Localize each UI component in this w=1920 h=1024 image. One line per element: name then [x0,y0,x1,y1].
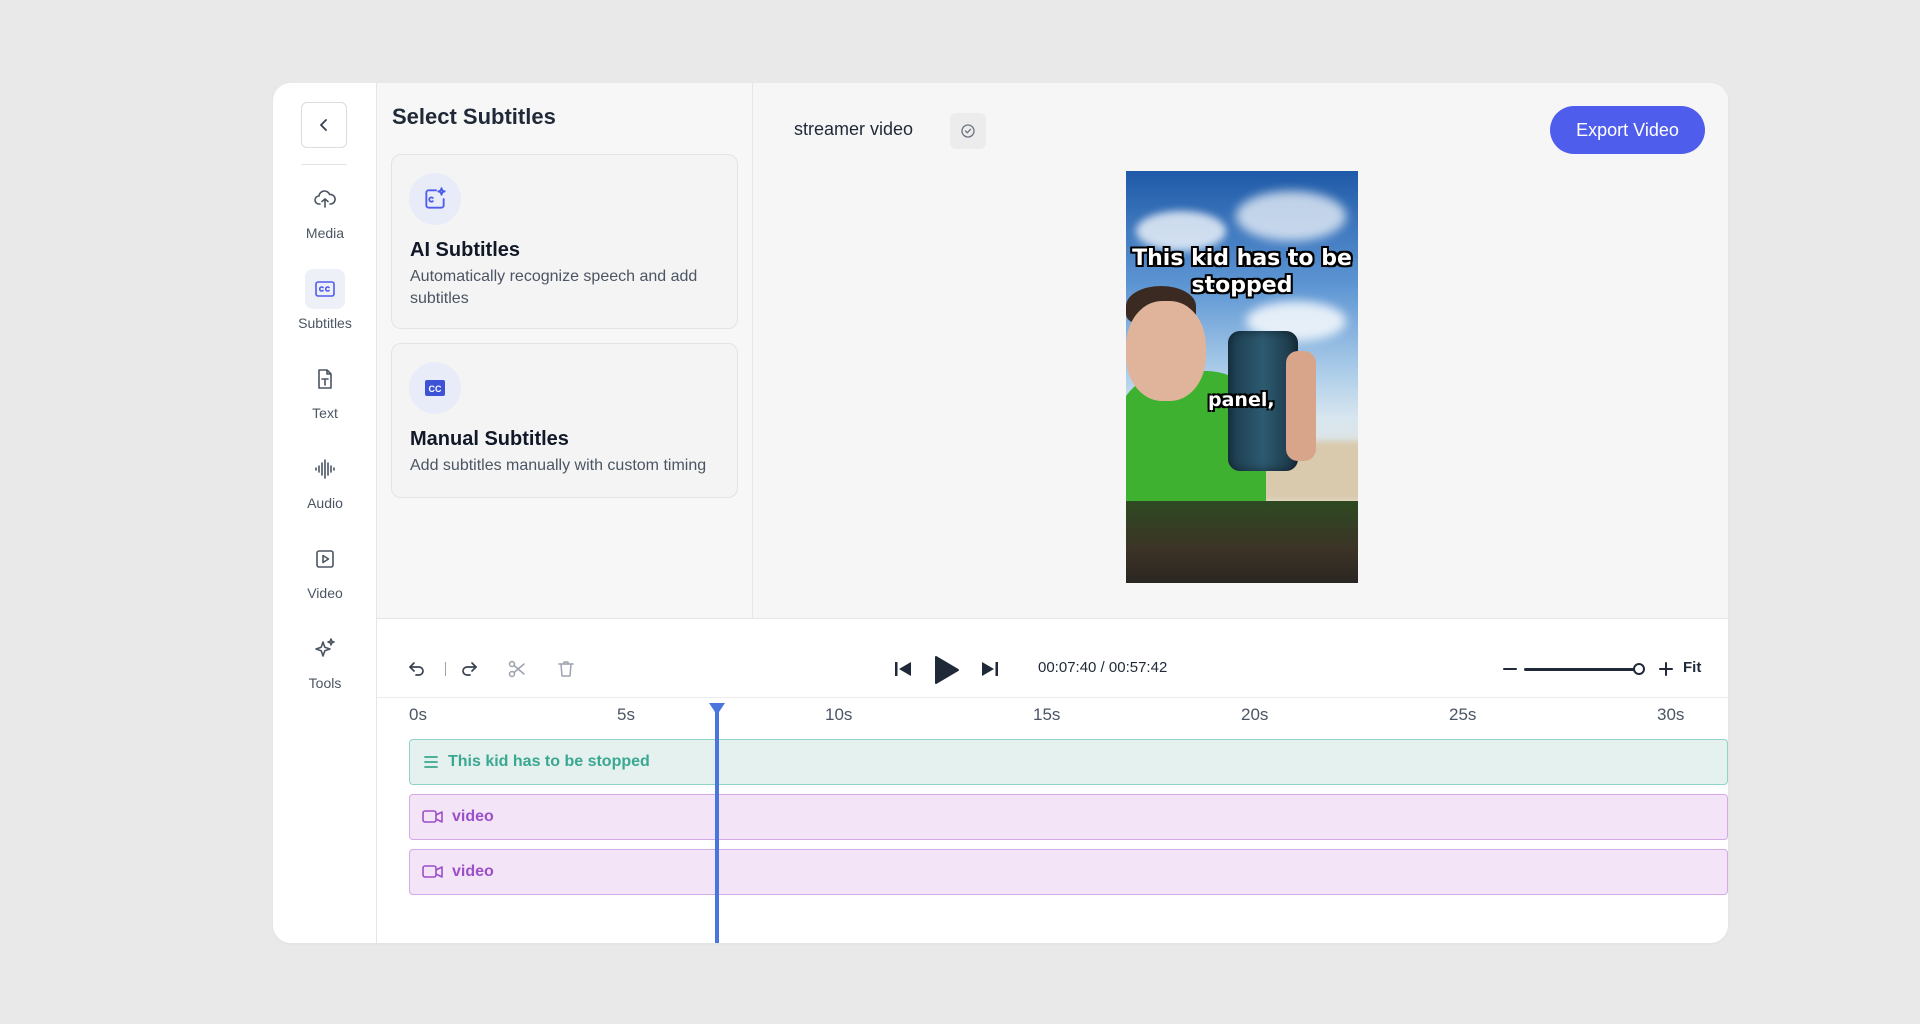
rail-label-text: Text [312,405,338,421]
rail-divider [301,164,347,165]
project-name[interactable]: streamer video [794,119,913,140]
check-circle-icon [961,124,975,138]
left-rail: Media Subtitles Text Audio Video Tools [273,83,377,943]
video-track-label: video [452,808,494,825]
video-bottom-band [1126,501,1358,583]
play-button[interactable] [929,653,963,687]
ruler-tick: 20s [1241,705,1269,724]
playhead-handle[interactable] [708,703,725,715]
ruler-divider [377,697,1728,698]
ruler-tick: 25s [1449,705,1477,724]
subtitle-panel: Select Subtitles AI Subtitles Automatica… [377,83,753,618]
saved-status-button[interactable] [950,113,986,149]
toolbar-separator [445,662,446,676]
rail-item-audio[interactable]: Audio [273,449,377,529]
undo-icon [409,662,424,676]
rail-item-video[interactable]: Video [273,539,377,619]
split-button[interactable] [503,655,531,683]
rail-item-media[interactable]: Media [273,179,377,259]
redo-button[interactable] [455,655,483,683]
rail-label-video: Video [307,585,343,601]
rail-label-audio: Audio [307,495,343,511]
trash-icon [558,661,574,677]
timeline: 00:07:40 / 00:57:42 Fit 0s 5s 10s 15s 20s 25s… [377,618,1728,943]
cloud [1236,191,1346,241]
video-track[interactable]: video [409,849,1728,895]
plus-icon [1659,662,1673,676]
lines-icon [422,753,440,771]
ruler-tick: 15s [1033,705,1061,724]
ai-subtitles-title: AI Subtitles [410,239,521,261]
manual-subtitles-title: Manual Subtitles [410,428,569,450]
play-icon [935,656,959,684]
zoom-slider-handle[interactable] [1633,663,1645,675]
skip-forward-icon [982,662,998,676]
manual-subtitles-description: Add subtitles manually with custom timin… [410,457,707,474]
ruler-tick: 5s [617,705,635,724]
zoom-in-button[interactable] [1652,655,1680,683]
playhead[interactable] [714,705,719,943]
back-button[interactable] [301,102,347,148]
video-track[interactable]: video [409,794,1728,840]
zoom-out-button[interactable] [1496,655,1524,683]
ai-subtitles-card[interactable]: AI Subtitles Automatically recognize spe… [391,154,738,329]
ruler-tick: 30s [1657,705,1685,724]
video-camera-icon [422,808,444,826]
closed-captions-icon [305,269,345,309]
subtitle-track-label: This kid has to be stopped [448,753,650,770]
video-play-icon [305,539,345,579]
rail-label-subtitles: Subtitles [298,315,352,331]
ai-caption-icon [409,173,461,225]
ruler-tick: 0s [409,705,427,724]
caption-overlay-top[interactable]: This kid has to be stopped [1126,245,1358,299]
rail-item-text[interactable]: Text [273,359,377,439]
undo-button[interactable] [403,655,431,683]
skip-back-icon [895,662,911,676]
rail-label-media: Media [305,225,345,241]
rail-label-tools: Tools [308,675,342,691]
rail-item-subtitles[interactable]: Subtitles [273,269,377,349]
video-preview[interactable]: This kid has to be stopped panel, [1126,171,1358,583]
rail-item-tools[interactable]: Tools [273,629,377,709]
time-readout: 00:07:40 / 00:57:42 [1038,659,1168,676]
person-face [1126,301,1206,401]
chevron-left-icon [320,119,327,131]
skip-back-button[interactable] [889,655,917,683]
video-track-label: video [452,863,494,880]
ruler-tick: 10s [825,705,853,724]
editor-window: Media Subtitles Text Audio Video Tools S… [273,83,1728,943]
svg-text:CC: CC [429,384,442,394]
audio-waveform-icon [305,449,345,489]
delete-button[interactable] [552,655,580,683]
ai-subtitles-description: Automatically recognize speech and add s… [410,268,698,307]
zoom-slider-track[interactable] [1524,668,1639,671]
subtitle-track[interactable]: This kid has to be stopped [409,739,1728,785]
skip-forward-button[interactable] [976,655,1004,683]
video-camera-icon [422,863,444,881]
text-file-icon [305,359,345,399]
redo-icon [462,662,477,676]
sparkles-icon [305,629,345,669]
export-video-button[interactable]: Export Video [1550,106,1705,154]
cloud-upload-icon [305,179,345,219]
preview-area: streamer video Export Video This kid has… [753,83,1728,618]
manual-subtitles-card[interactable]: CC Manual Subtitles Add subtitles manual… [391,343,738,498]
caption-overlay-word[interactable]: panel, [1208,389,1275,411]
minus-icon [1503,668,1517,670]
person-hand [1286,351,1316,461]
panel-title: Select Subtitles [392,104,556,129]
scissors-icon [508,660,525,678]
fit-button[interactable]: Fit [1683,659,1701,676]
cc-icon: CC [409,362,461,414]
